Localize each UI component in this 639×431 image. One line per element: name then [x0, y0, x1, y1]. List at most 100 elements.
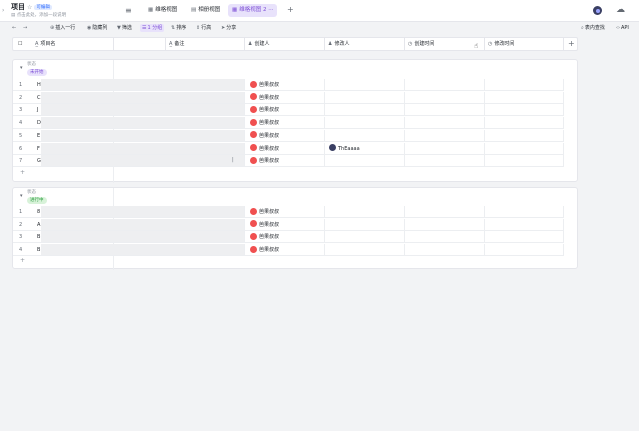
redacted-block: [41, 155, 244, 167]
table-row[interactable]: 5 E 芭果叔叔: [13, 129, 564, 142]
api-button[interactable]: ‹›API: [616, 24, 629, 32]
more-icon[interactable]: ···: [266, 7, 273, 13]
column-header-remark[interactable]: A̲ 备注: [169, 38, 184, 50]
star-icon[interactable]: ☆: [27, 4, 32, 11]
user-avatar: [250, 80, 257, 88]
creator-cell[interactable]: 芭果叔叔: [250, 207, 280, 216]
tab-gallery-view[interactable]: ▤ 相册视图: [187, 4, 224, 17]
table-row[interactable]: 4 D 芭果叔叔: [13, 117, 564, 130]
column-divider: [404, 91, 405, 104]
share-button[interactable]: ➤分享: [221, 24, 236, 32]
table-row[interactable]: 1 H 芭果叔叔: [13, 79, 564, 91]
view-list-icon[interactable]: ≡: [125, 6, 132, 15]
select-all-checkbox[interactable]: ☐: [18, 38, 22, 50]
column-divider: [324, 218, 325, 231]
creator-cell[interactable]: 芭果叔叔: [250, 118, 279, 127]
insert-row-button[interactable]: ⊕插入一行: [50, 24, 75, 32]
table-row[interactable]: 4 B 芭果叔叔: [13, 244, 564, 257]
creator-cell[interactable]: 芭果叔叔: [250, 156, 279, 165]
column-header-creator[interactable]: ♟ 创建人: [248, 38, 270, 50]
sort-button[interactable]: ⇅排序: [171, 24, 186, 32]
project-name-cell[interactable]: 8: [37, 209, 40, 215]
user-avatar: [250, 105, 257, 113]
filter-icon: ▼: [117, 25, 121, 31]
undo-button[interactable]: ←: [12, 24, 17, 32]
user-avatar: [250, 220, 257, 228]
column-divider: [484, 117, 485, 130]
project-name-cell[interactable]: J: [37, 107, 38, 113]
collapse-icon[interactable]: ›: [2, 7, 4, 14]
creator-cell[interactable]: 芭果叔叔: [250, 105, 279, 114]
creator-cell[interactable]: 芭果叔叔: [250, 80, 279, 89]
search-button[interactable]: ⌕表内查找: [581, 24, 605, 32]
column-divider: [563, 206, 564, 218]
creator-cell[interactable]: 芭果叔叔: [250, 131, 279, 140]
tab-label: 维格视图: [155, 7, 178, 13]
creator-cell[interactable]: 芭果叔叔: [250, 93, 280, 102]
table-row[interactable]: 6 F 芭果叔叔 ThEaaaa: [13, 142, 564, 155]
creator-cell[interactable]: 芭果叔叔: [250, 245, 279, 254]
share-label: 分享: [226, 25, 237, 31]
user-avatar: [250, 144, 257, 151]
status-tag: 未开始: [27, 69, 47, 76]
user-avatar: [250, 131, 257, 139]
collapse-group-icon[interactable]: ▾: [20, 193, 23, 199]
column-divider: [244, 117, 245, 130]
modifier-name: ThEaaaa: [338, 145, 360, 152]
redo-button[interactable]: →: [23, 24, 28, 32]
column-header-created-time[interactable]: ◷ 创建时间: [408, 38, 434, 50]
project-name-cell[interactable]: E: [37, 133, 40, 139]
column-divider: [484, 244, 485, 257]
table-row[interactable]: 1 8 芭果叔叔: [13, 206, 564, 218]
tab-grid-view[interactable]: ▦ 维格视图: [144, 4, 181, 17]
column-header-modifier[interactable]: ♟ 修改人: [328, 38, 350, 50]
column-divider: [244, 79, 245, 91]
datasheet-title[interactable]: 项目: [11, 3, 25, 11]
table-row[interactable]: 3 B 芭果叔叔: [13, 231, 564, 244]
group-button[interactable]: ☰1 分组: [140, 24, 165, 32]
project-name-cell[interactable]: A: [37, 222, 40, 228]
creator-name: 芭果叔叔: [259, 94, 280, 101]
text-field-icon: A̲: [169, 41, 173, 47]
tab-grid-view-2[interactable]: ▦ 维格视图 2 ···: [228, 4, 278, 17]
row-height-button[interactable]: ⇕行高: [196, 24, 211, 32]
column-divider: [563, 218, 564, 231]
project-name-cell[interactable]: B: [37, 247, 40, 253]
project-name-cell[interactable]: B: [37, 234, 40, 240]
creator-cell[interactable]: 芭果叔叔: [250, 220, 280, 229]
project-name-cell[interactable]: F: [37, 146, 40, 152]
description-hint[interactable]: ▤ 点击此处，添加一段说明: [11, 12, 66, 18]
redacted-block: [41, 91, 244, 103]
column-header-name[interactable]: A̲ 项目名: [35, 38, 55, 50]
table-row[interactable]: 7 G | 芭果叔叔: [13, 155, 564, 168]
table-row[interactable]: 2 C 芭果叔叔: [13, 91, 564, 104]
project-name-cell[interactable]: C: [37, 95, 41, 101]
redacted-block: [41, 104, 244, 116]
table-row[interactable]: 2 A 芭果叔叔: [13, 218, 564, 231]
row-height-icon: ⇕: [196, 25, 201, 31]
add-record-button[interactable]: +: [20, 169, 25, 176]
collapse-group-icon[interactable]: ▾: [20, 65, 23, 71]
creator-name: 芭果叔叔: [259, 209, 280, 215]
row-number: 7: [19, 158, 23, 165]
filter-button[interactable]: ▼筛选: [117, 24, 132, 32]
user-avatar[interactable]: [593, 6, 602, 15]
column-divider: [484, 218, 485, 231]
hidden-fields-button[interactable]: ◉隐藏列: [87, 24, 107, 32]
column-divider: [244, 231, 245, 244]
add-view-button[interactable]: +: [287, 5, 294, 14]
cloud-icon[interactable]: ☁: [616, 5, 625, 15]
creator-cell[interactable]: 芭果叔叔: [250, 144, 279, 153]
column-divider: [484, 104, 485, 117]
add-record-button[interactable]: +: [20, 257, 25, 264]
creator-cell[interactable]: 芭果叔叔: [250, 232, 279, 241]
table-row[interactable]: 3 J 芭果叔叔: [13, 104, 564, 117]
column-divider: [563, 104, 564, 117]
code-icon: ‹›: [616, 25, 620, 31]
add-column-button[interactable]: +: [568, 38, 575, 50]
creator-name: 芭果叔叔: [259, 221, 280, 228]
column-divider: [484, 129, 485, 142]
column-divider: [324, 79, 325, 91]
column-header-modified-time[interactable]: ◷ 修改时间: [488, 38, 514, 50]
modifier-cell[interactable]: ThEaaaa: [329, 144, 360, 153]
